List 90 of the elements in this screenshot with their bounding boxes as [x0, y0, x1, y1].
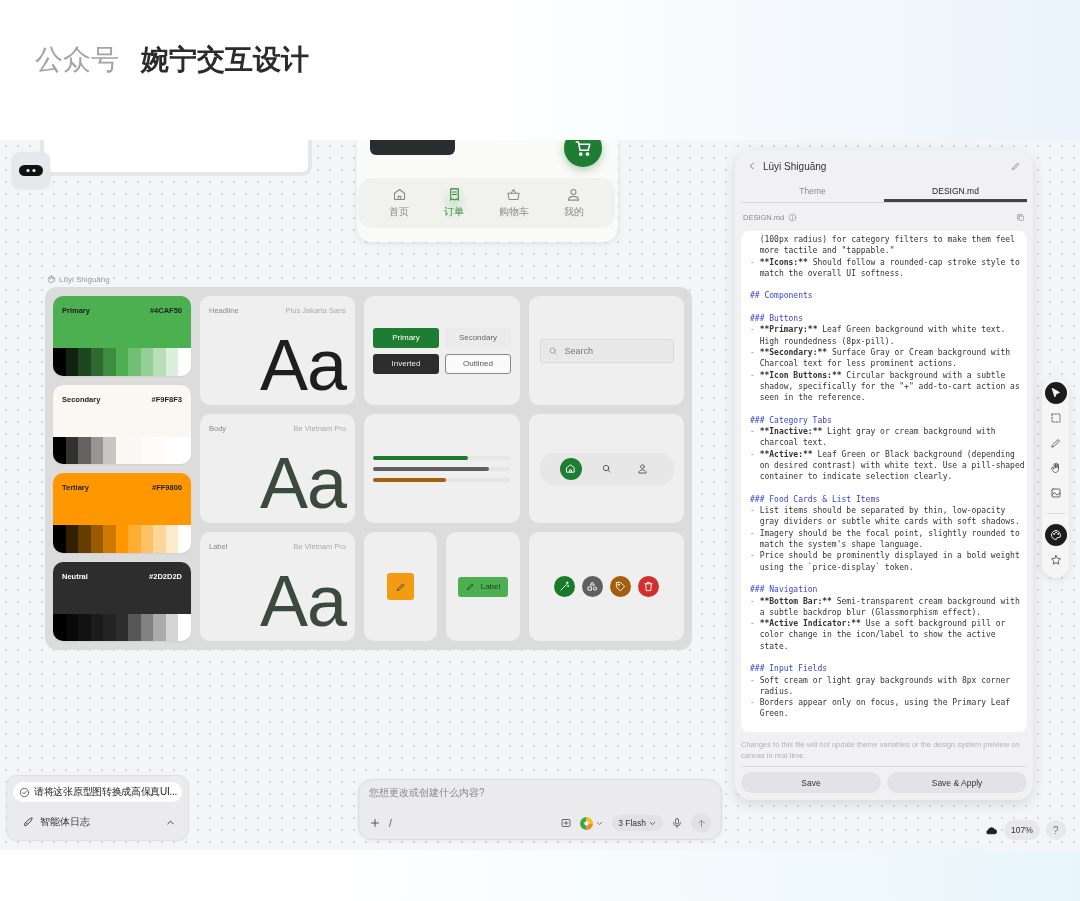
markdown-heading: ### Category Tabs — [750, 414, 833, 426]
search-field[interactable]: Search — [539, 338, 674, 363]
check-circle-icon — [19, 786, 30, 798]
multicolor-circle-icon — [580, 816, 594, 830]
nav-pill-item[interactable] — [559, 457, 582, 480]
agent-log-label: 智能体日志 — [40, 815, 90, 829]
pencil-icon — [1011, 161, 1021, 171]
add-frame-icon — [560, 817, 573, 829]
pencil-icon — [465, 582, 475, 591]
menu-button[interactable] — [12, 152, 50, 188]
cart-icon — [574, 140, 592, 157]
home-icon — [391, 187, 407, 202]
icon-button[interactable] — [638, 576, 659, 597]
sample-button[interactable]: Outlined — [445, 353, 511, 374]
home-icon — [565, 463, 576, 474]
send-icon — [695, 817, 707, 829]
icon-button[interactable] — [554, 576, 575, 597]
markdown-heading: ## Components — [750, 290, 814, 302]
magic-wand-icon — [559, 581, 570, 592]
copy-icon — [1016, 212, 1025, 222]
delete-icon — [643, 581, 654, 592]
label-chip[interactable]: Label — [457, 576, 509, 597]
list-item: - Imagery should be the focal point, slightly rounded to match the system's shape language. — [750, 527, 1021, 551]
tab[interactable]: DESIGN.md — [884, 182, 1027, 202]
list-item: - Soft cream or light gray backgrounds with 8px corner radius. — [750, 674, 1012, 698]
pencil-icon — [395, 581, 406, 592]
icon-button[interactable] — [582, 576, 603, 597]
icon-button[interactable] — [610, 576, 631, 597]
basket-icon — [506, 187, 522, 202]
list-item: - **Primary:** Leaf Green background with white text. High roundedness (8px-pill). — [750, 324, 1007, 347]
prompt-field[interactable]: 您想更改或创建什么内容? — [369, 787, 669, 798]
sample-button[interactable]: Secondary — [445, 327, 511, 348]
hand-icon — [1049, 461, 1062, 474]
search-icon — [601, 463, 612, 474]
back-icon — [747, 161, 757, 171]
panel-button[interactable]: Save — [741, 772, 881, 793]
send-button[interactable] — [691, 813, 711, 833]
selection-icon — [1049, 411, 1062, 424]
model-dropdown[interactable]: 3 Flash — [612, 815, 663, 831]
sample-button[interactable]: Primary — [373, 327, 439, 348]
tool-button[interactable] — [1044, 381, 1067, 404]
shapes-icon — [587, 581, 598, 592]
list-item: - Borders appear only on focus, using the Primary Leaf Green. — [750, 697, 1012, 720]
palette-icon — [1049, 528, 1062, 541]
markdown-heading: ### Navigation — [750, 584, 819, 596]
markdown-heading: ### Buttons — [750, 313, 804, 324]
slash-command[interactable]: / — [389, 817, 392, 829]
list-item: - **Active Indicator:** Use a soft background pill or color change in the icon/label to show the active state. — [750, 618, 1007, 652]
user-icon — [566, 187, 582, 202]
add-frame-button[interactable] — [560, 817, 573, 829]
tool-button[interactable] — [1044, 523, 1067, 546]
help-button[interactable]: ? — [1045, 820, 1066, 840]
plus-icon — [369, 817, 381, 829]
list-item: - **Inactive:** Light gray or cream background with charcoal text. — [750, 426, 997, 449]
type-sample: Aa — [258, 330, 346, 399]
panel-button[interactable]: Save & Apply — [887, 772, 1027, 793]
image-icon — [1049, 486, 1062, 499]
tag-icon — [615, 581, 626, 592]
star-icon — [1049, 553, 1062, 566]
voice-button[interactable] — [671, 817, 683, 829]
add-button[interactable] — [369, 817, 381, 829]
pencil-icon — [1049, 436, 1062, 449]
account-name: 婉宁交互设计 — [141, 43, 309, 77]
type-sample: Aa — [258, 448, 346, 517]
microphone-icon — [671, 817, 683, 829]
user-icon — [637, 463, 648, 474]
more-icon — [19, 164, 43, 176]
list-item: - **Icon Buttons:** Circular background with a subtle shadow, specifically for the "+" add-to-cart action as seen in the reference. — [750, 369, 1021, 404]
cart-button[interactable] — [564, 140, 602, 167]
markdown-line: (100px radius) for category filters to make them feel more tactile and "tappable." — [758, 234, 1016, 257]
cursor-icon — [1049, 386, 1062, 399]
nav-item[interactable]: 订单 — [440, 184, 469, 222]
zoom-level[interactable]: 107% — [1004, 820, 1040, 840]
info-icon — [788, 212, 798, 222]
panel-title: Lüyi Shiguāng — [763, 160, 828, 172]
account-label: 公众号 — [35, 43, 119, 77]
type-sample: Aa — [258, 566, 346, 635]
task-chip[interactable]: 请将这张原型图转换成高保真UI... — [13, 782, 182, 802]
board-title: Lüyi Shiguāng — [59, 275, 110, 284]
list-item: - **Secondary:** Surface Gray or Cream background with Charcoal text for less prominent actions. — [750, 346, 1012, 370]
markdown-heading: ### Food Cards & List Items — [750, 493, 882, 506]
markdown-heading: ### Input Fields — [750, 663, 829, 675]
list-item: - **Bottom Bar:** Semi-transparent cream background with a subtle backdrop blur (Glassmorphism effect). — [750, 595, 1021, 618]
list-item: - List items should be separated by thin, low-opacity gray dividers or subtle white cards with soft shadows. — [750, 505, 1021, 528]
list-item: - Price should be prominently displayed in a bold weight using the `price-display` token. — [750, 550, 1021, 573]
list-item: - **Icons:** Should follow a rounded-cap stroke style to match the overall UI softness. — [750, 256, 1021, 280]
theme-picker[interactable] — [580, 816, 605, 830]
list-item: - **Active:** Leaf Green or Black background (depending on desired contrast) with white text. Use a pill-shaped container to indicate selection clearly. — [750, 448, 1026, 483]
sample-button[interactable]: Inverted — [373, 353, 439, 374]
palette-icon — [47, 275, 56, 284]
